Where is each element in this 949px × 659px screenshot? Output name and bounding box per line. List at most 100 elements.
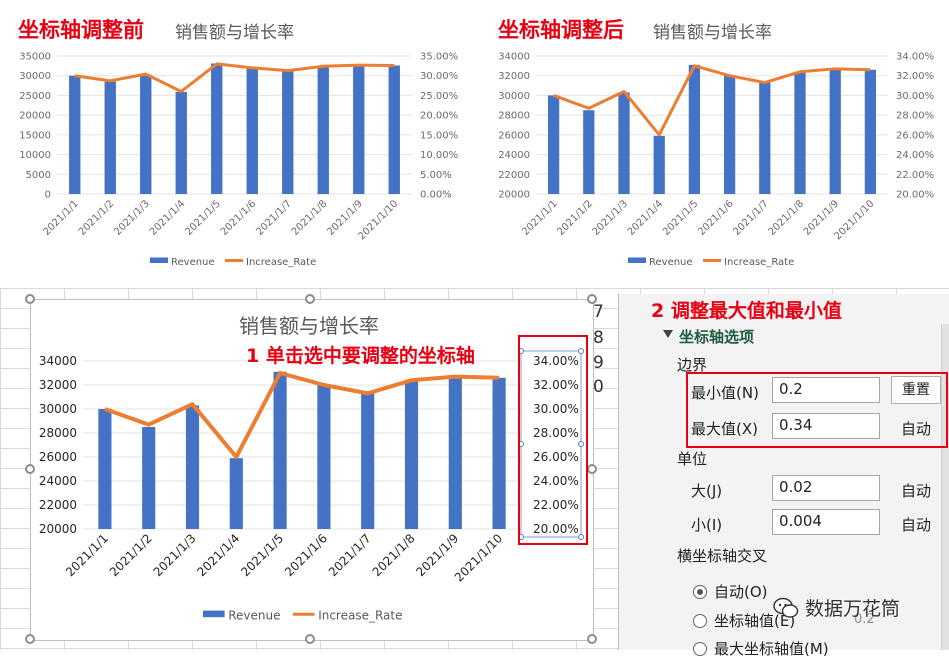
highlight-secondary-axis [518, 335, 588, 545]
y-tick-label: 28000 [39, 426, 77, 440]
x-tick-label: 2021/1/4 [194, 531, 242, 579]
side-digit-3: 9 [593, 353, 604, 373]
revenue-bar [724, 76, 735, 194]
y-tick-label: 15000 [19, 130, 51, 141]
resize-handle-tl[interactable] [25, 294, 35, 304]
watermark-text: 数据万花筒 [805, 594, 900, 621]
resize-handle-bl[interactable] [25, 634, 35, 644]
revenue-bar [865, 70, 876, 194]
y-tick-label: 34000 [498, 52, 530, 63]
revenue-bar [211, 63, 222, 194]
annotation-select-axis: 1 单击选中要调整的坐标轴 [246, 341, 475, 368]
radio-max-axis[interactable] [693, 642, 707, 656]
revenue-bar [548, 95, 559, 194]
watermark: 数据万花筒 [773, 594, 900, 621]
legend-revenue-swatch [628, 258, 646, 264]
x-tick-label: 2021/1/5 [183, 198, 223, 238]
increase-rate-line [105, 373, 499, 457]
revenue-bar [361, 393, 374, 529]
chart-title: 销售额与增长率 [239, 314, 379, 338]
x-tick-label: 2021/1/1 [520, 198, 560, 238]
x-tick-label: 2021/1/1 [41, 198, 81, 238]
revenue-bar [759, 83, 770, 194]
x-tick-label: 2021/1/6 [219, 198, 259, 238]
x-tick-label: 2021/1/7 [254, 198, 294, 238]
y2-tick-label: 35.00% [420, 52, 458, 63]
chart-after[interactable]: 坐标轴调整后 销售额与增长率 3400032000300002800026000… [478, 0, 949, 285]
revenue-bar [247, 68, 258, 194]
resize-handle-br[interactable] [587, 634, 597, 644]
units-label: 单位 [677, 448, 707, 469]
minor-unit-label: 小(I) [691, 514, 722, 535]
y2-tick-label: 5.00% [420, 170, 452, 181]
x-tick-label: 2021/1/2 [107, 531, 155, 579]
y2-tick-label: 25.00% [420, 91, 458, 102]
major-unit-input[interactable]: 0.02 [772, 475, 880, 501]
cross-axis-label: 横坐标轴交叉 [677, 545, 767, 566]
axis-options-section[interactable]: 坐标轴选项 [679, 326, 754, 347]
y2-tick-label: 20.00% [896, 190, 934, 201]
y-tick-label: 30000 [498, 91, 530, 102]
wechat-icon [773, 597, 799, 619]
x-tick-label: 2021/1/8 [767, 198, 807, 238]
legend-revenue-label: Revenue [171, 257, 215, 268]
y-tick-label: 0 [45, 190, 51, 201]
legend-rate-label: Increase_Rate [724, 257, 794, 268]
revenue-bar [69, 76, 80, 194]
x-tick-label: 2021/1/1 [63, 531, 111, 579]
y-tick-label: 25000 [19, 91, 51, 102]
resize-handle-tm[interactable] [305, 294, 315, 304]
y-tick-label: 35000 [19, 52, 51, 63]
y-tick-label: 22000 [498, 170, 530, 181]
y-tick-label: 20000 [498, 190, 530, 201]
revenue-bar [353, 65, 364, 194]
minor-unit-input[interactable]: 0.004 [772, 509, 880, 535]
y-tick-label: 34000 [39, 354, 77, 368]
radio-auto-label[interactable]: 自动(O) [714, 581, 768, 602]
radio-axis-value[interactable] [693, 614, 707, 628]
y2-tick-label: 24.00% [896, 150, 934, 161]
highlight-bounds-inputs [686, 372, 948, 448]
resize-handle-bm[interactable] [305, 634, 315, 644]
x-tick-label: 2021/1/2 [555, 198, 595, 238]
y2-tick-label: 30.00% [896, 91, 934, 102]
y-tick-label: 26000 [498, 130, 530, 141]
y-tick-label: 24000 [39, 474, 77, 488]
radio-max-axis-label[interactable]: 最大坐标轴值(M) [714, 638, 829, 659]
revenue-bar [274, 372, 287, 529]
revenue-bar [389, 65, 400, 194]
revenue-bar [318, 66, 329, 194]
revenue-bar [176, 92, 187, 194]
annotation-adjust-bounds: 2 调整最大值和最小值 [651, 296, 842, 323]
resize-handle-mr[interactable] [587, 464, 597, 474]
x-tick-label: 2021/1/3 [112, 198, 152, 238]
minor-auto-label[interactable]: 自动 [901, 514, 931, 535]
x-tick-label: 2021/1/3 [591, 198, 631, 238]
major-auto-label[interactable]: 自动 [901, 480, 931, 501]
revenue-bar [618, 92, 629, 194]
collapse-triangle-icon[interactable] [663, 330, 673, 338]
y2-tick-label: 15.00% [420, 130, 458, 141]
y2-tick-label: 10.00% [420, 150, 458, 161]
y-tick-label: 26000 [39, 450, 77, 464]
x-tick-label: 2021/1/6 [696, 198, 736, 238]
y-tick-label: 20000 [39, 522, 77, 536]
resize-handle-ml[interactable] [25, 464, 35, 474]
y-tick-label: 30000 [39, 402, 77, 416]
increase-rate-line [75, 64, 395, 92]
y2-tick-label: 22.00% [896, 170, 934, 181]
revenue-bar [186, 405, 199, 529]
chart-before[interactable]: 坐标轴调整前 销售额与增长率 3500030000250002000015000… [0, 0, 470, 285]
revenue-bar [689, 65, 700, 194]
x-tick-label: 2021/1/6 [282, 531, 330, 579]
x-tick-label: 2021/1/4 [626, 198, 666, 238]
y2-tick-label: 20.00% [420, 111, 458, 122]
x-tick-label: 2021/1/10 [452, 531, 505, 584]
radio-auto[interactable] [693, 585, 707, 599]
legend-rate-label: Increase_Rate [246, 257, 316, 268]
y-tick-label: 22000 [39, 498, 77, 512]
y-tick-label: 5000 [26, 170, 51, 181]
side-digit-1: 7 [593, 302, 604, 322]
chart-before-svg: 3500030000250002000015000100005000035.00… [0, 0, 470, 285]
y2-tick-label: 30.00% [420, 71, 458, 82]
